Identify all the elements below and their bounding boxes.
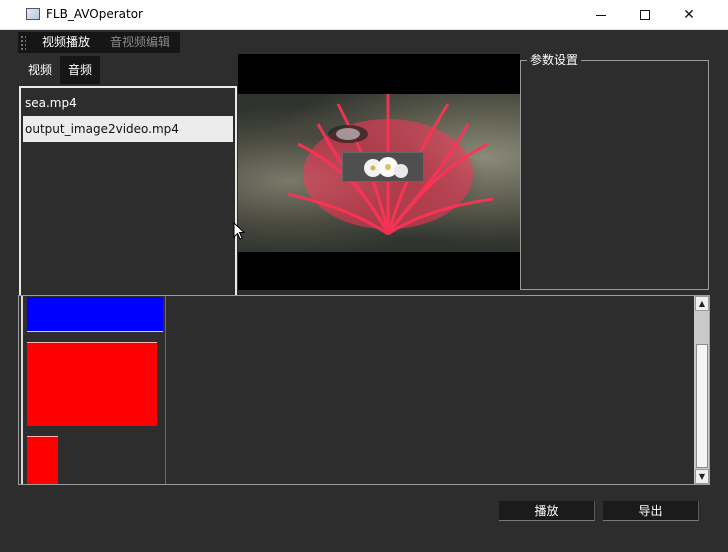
media-tabs: 视频 音频 <box>20 56 101 84</box>
file-item-sea[interactable]: sea.mp4 <box>23 90 233 116</box>
close-button[interactable]: ✕ <box>667 0 711 30</box>
overlay-flower-image <box>342 152 424 182</box>
menu-av-edit[interactable]: 音视频编辑 <box>100 32 180 53</box>
scroll-up-icon[interactable]: ▲ <box>695 296 709 311</box>
timeline[interactable]: ▲ ▼ <box>18 295 710 485</box>
video-preview[interactable] <box>238 54 520 290</box>
title-bar: FLB_AVOperator ✕ <box>0 0 728 30</box>
timeline-scrollbar[interactable]: ▲ ▼ <box>694 296 709 484</box>
mouse-cursor-icon <box>233 222 245 240</box>
main-area: 视频播放 音视频编辑 视频 音频 sea.mp4 output_image2vi… <box>0 30 728 552</box>
scrollbar-thumb[interactable] <box>696 344 708 468</box>
minimize-button[interactable] <box>579 0 623 30</box>
file-item-output[interactable]: output_image2video.mp4 <box>23 116 233 142</box>
timeline-clip-blue[interactable] <box>27 297 163 332</box>
close-icon: ✕ <box>683 7 695 23</box>
maximize-button[interactable] <box>623 0 667 30</box>
play-button[interactable]: 播放 <box>499 501 595 521</box>
menu-video-playback[interactable]: 视频播放 <box>32 32 100 53</box>
track-column <box>19 296 166 484</box>
export-button[interactable]: 导出 <box>603 501 699 521</box>
playhead[interactable] <box>21 296 23 484</box>
toolbar-grip-icon[interactable] <box>20 34 26 51</box>
tab-audio[interactable]: 音频 <box>60 56 101 84</box>
params-group: 参数设置 <box>520 52 709 290</box>
flower-icon <box>364 157 408 178</box>
maximize-icon <box>640 10 650 20</box>
timeline-clip-red-2[interactable] <box>27 436 58 484</box>
app-icon <box>26 8 40 20</box>
scroll-down-icon[interactable]: ▼ <box>695 469 709 484</box>
tab-video[interactable]: 视频 <box>20 56 61 84</box>
menu-bar: 视频播放 音视频编辑 <box>18 32 181 53</box>
window-title: FLB_AVOperator <box>46 7 143 21</box>
file-list[interactable]: sea.mp4 output_image2video.mp4 <box>19 86 237 320</box>
minimize-icon <box>596 14 606 16</box>
timeline-clip-red-1[interactable] <box>27 342 157 426</box>
video-frame <box>238 94 520 252</box>
params-title: 参数设置 <box>527 52 582 68</box>
